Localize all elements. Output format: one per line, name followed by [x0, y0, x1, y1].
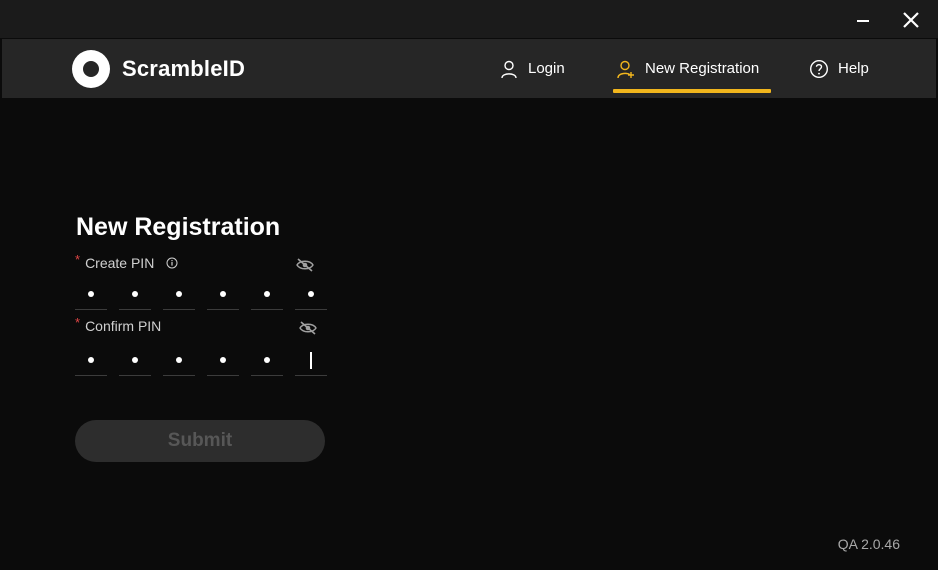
confirm-pin-digit-5[interactable]	[251, 345, 283, 376]
nav-item-help-label: Help	[838, 60, 869, 77]
nav-item-login[interactable]: Login	[499, 39, 565, 98]
confirm-pin-digit-6[interactable]	[295, 345, 327, 376]
page-title: New Registration	[76, 213, 281, 241]
confirm-pin-visibility-toggle[interactable]	[299, 321, 317, 335]
close-icon	[903, 12, 919, 28]
main-content: New Registration * Create PIN * Confirm …	[0, 98, 938, 570]
confirm-pin-label-text: Confirm PIN	[85, 318, 162, 334]
confirm-pin-input[interactable]	[75, 345, 339, 376]
title-bar	[0, 0, 938, 38]
user-icon	[499, 59, 519, 79]
close-button[interactable]	[896, 6, 926, 34]
create-pin-input[interactable]	[75, 279, 339, 310]
create-pin-digit-2[interactable]	[119, 279, 151, 310]
required-marker: *	[75, 251, 81, 267]
nav-bar: ScrambleID Login New Registration Help	[2, 39, 936, 98]
create-pin-digit-3[interactable]	[163, 279, 195, 310]
user-add-icon	[616, 59, 636, 79]
create-pin-digit-6[interactable]	[295, 279, 327, 310]
create-pin-label: * Create PIN	[75, 251, 178, 271]
eye-off-icon	[296, 258, 314, 272]
scrambleid-logo-icon	[72, 50, 110, 88]
brand-logo[interactable]: ScrambleID	[72, 50, 245, 88]
active-tab-indicator	[613, 89, 771, 93]
nav-item-new-registration-label: New Registration	[645, 60, 760, 77]
info-icon[interactable]	[166, 257, 178, 269]
help-icon	[809, 59, 829, 79]
nav-item-login-label: Login	[528, 60, 565, 77]
minimize-icon	[857, 20, 869, 22]
confirm-pin-label: * Confirm PIN	[75, 314, 162, 335]
create-pin-digit-1[interactable]	[75, 279, 107, 310]
confirm-pin-digit-2[interactable]	[119, 345, 151, 376]
text-caret	[310, 351, 312, 369]
confirm-pin-digit-3[interactable]	[163, 345, 195, 376]
required-marker: *	[75, 314, 81, 330]
confirm-pin-digit-1[interactable]	[75, 345, 107, 376]
submit-button[interactable]: Submit	[75, 420, 325, 462]
app-version: QA 2.0.46	[837, 536, 900, 552]
create-pin-digit-4[interactable]	[207, 279, 239, 310]
create-pin-label-text: Create PIN	[85, 255, 155, 271]
brand-name: ScrambleID	[122, 56, 246, 81]
app-window: { "window": { "minimize_icon": "minimize…	[0, 0, 938, 570]
nav-item-help[interactable]: Help	[809, 39, 869, 98]
minimize-button[interactable]	[848, 6, 878, 34]
create-pin-digit-5[interactable]	[251, 279, 283, 310]
eye-off-icon	[299, 321, 317, 335]
create-pin-visibility-toggle[interactable]	[296, 258, 314, 272]
confirm-pin-digit-4[interactable]	[207, 345, 239, 376]
